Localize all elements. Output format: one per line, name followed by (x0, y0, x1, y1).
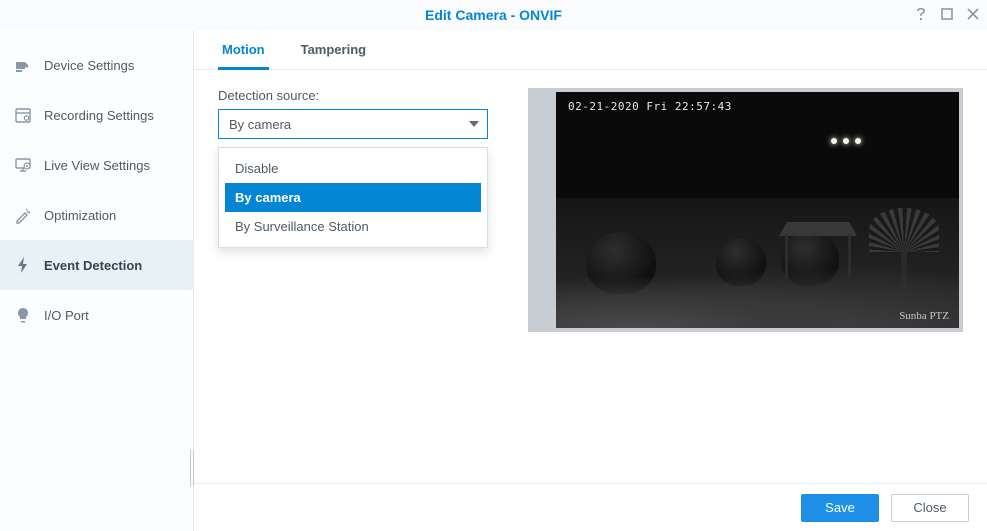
titlebar: Edit Camera - ONVIF (0, 0, 987, 30)
tab-label: Tampering (301, 42, 367, 57)
tab-label: Motion (222, 42, 265, 57)
sidebar-item-label: Recording Settings (44, 108, 154, 123)
sidebar-item-label: Device Settings (44, 58, 134, 73)
sidebar-item-recording-settings[interactable]: Recording Settings (0, 90, 193, 140)
edit-camera-window: Edit Camera - ONVIF Device Settings (0, 0, 987, 531)
detection-source-select[interactable]: By camera (218, 109, 488, 139)
tabs: Motion Tampering (194, 30, 987, 70)
footer: Save Close (194, 483, 987, 531)
chevron-down-icon (469, 121, 479, 127)
bolt-icon (14, 256, 32, 274)
window-title: Edit Camera - ONVIF (425, 7, 562, 23)
content: Detection source: By camera Disable By c… (194, 70, 987, 483)
calendar-gear-icon (14, 106, 32, 124)
dropdown-option-by-surveillance-station[interactable]: By Surveillance Station (225, 212, 481, 241)
camera-icon (14, 56, 32, 74)
close-icon[interactable] (965, 6, 981, 22)
tab-tampering[interactable]: Tampering (297, 32, 371, 69)
preview-column: 02-21-2020 Fri 22:57:43 Sunba PTZ (528, 88, 963, 483)
detection-source-dropdown: Disable By camera By Surveillance Statio… (218, 147, 488, 248)
sidebar: Device Settings Recording Settings Live … (0, 30, 194, 531)
select-value: By camera (229, 117, 291, 132)
sidebar-item-label: I/O Port (44, 308, 89, 323)
sidebar-item-label: Optimization (44, 208, 116, 223)
dropdown-option-by-camera[interactable]: By camera (225, 183, 481, 212)
camera-preview-frame: 02-21-2020 Fri 22:57:43 Sunba PTZ (528, 88, 963, 332)
body: Device Settings Recording Settings Live … (0, 30, 987, 531)
preview-watermark: Sunba PTZ (899, 310, 949, 322)
sidebar-item-live-view-settings[interactable]: Live View Settings (0, 140, 193, 190)
help-icon[interactable] (913, 6, 929, 22)
close-button[interactable]: Close (891, 494, 969, 522)
main: Motion Tampering Detection source: By ca… (194, 30, 987, 531)
monitor-icon (14, 156, 32, 174)
sidebar-item-event-detection[interactable]: Event Detection (0, 240, 193, 290)
sidebar-item-label: Event Detection (44, 258, 142, 273)
sidebar-item-optimization[interactable]: Optimization (0, 190, 193, 240)
sidebar-item-label: Live View Settings (44, 158, 150, 173)
window-controls (913, 6, 981, 22)
sidebar-item-io-port[interactable]: I/O Port (0, 290, 193, 340)
dropdown-option-disable[interactable]: Disable (225, 154, 481, 183)
wand-icon (14, 206, 32, 224)
preview-timestamp: 02-21-2020 Fri 22:57:43 (568, 100, 732, 113)
sidebar-item-device-settings[interactable]: Device Settings (0, 40, 193, 90)
tab-motion[interactable]: Motion (218, 32, 269, 69)
save-button[interactable]: Save (801, 494, 879, 522)
bulb-icon (14, 306, 32, 324)
maximize-icon[interactable] (939, 6, 955, 22)
camera-preview: 02-21-2020 Fri 22:57:43 Sunba PTZ (556, 92, 959, 328)
detection-source-label: Detection source: (218, 88, 508, 103)
form-column: Detection source: By camera Disable By c… (218, 88, 508, 483)
